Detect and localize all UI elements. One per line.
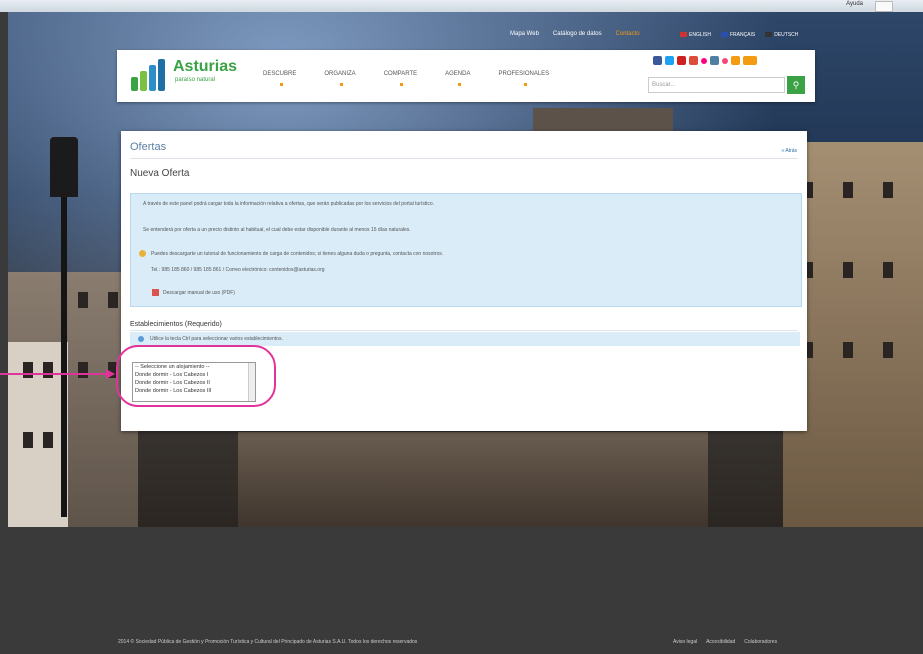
panel-title: Ofertas	[130, 141, 167, 153]
info-text-3b: Tel.: 985 185 860 / 985 185 861 / Correo…	[151, 267, 325, 273]
germany-flag-icon	[765, 32, 773, 38]
info-icon	[138, 336, 144, 342]
asturias-logo-icon[interactable]	[131, 59, 167, 91]
section-divider	[130, 330, 798, 331]
instagram-icon[interactable]	[710, 56, 719, 65]
nav-organiza[interactable]: ORGANIZA	[324, 71, 356, 86]
section-title: Establecimientos (Requerido)	[130, 321, 222, 328]
highlight-circle	[116, 345, 276, 407]
search-button[interactable]: ⚲	[787, 76, 805, 94]
logo-title[interactable]: Asturias	[173, 58, 237, 76]
footer-links: Aviso legal Accesibilidad Colaboradores	[673, 639, 777, 645]
highlight-arrow-head	[106, 369, 115, 379]
page-subtitle: Nueva Oferta	[130, 168, 190, 179]
youtube-icon[interactable]	[677, 56, 686, 65]
info-text-1: A través de este panel podrá cargar toda…	[143, 201, 434, 207]
lang-german[interactable]: DEUTSCH	[765, 32, 798, 38]
rss-icon[interactable]	[731, 56, 740, 65]
info-text-3: Puedes descargarte un tutorial de funcio…	[151, 251, 444, 257]
info-box: A través de este panel podrá cargar toda…	[130, 193, 802, 307]
uk-flag-icon	[680, 32, 687, 38]
highlight-arrow-line	[0, 373, 112, 375]
nav-descubre[interactable]: DESCUBRE	[263, 71, 296, 86]
language-selector: ENGLISH FRANÇAIS DEUTSCH	[680, 32, 798, 38]
nav-agenda[interactable]: AGENDA	[445, 71, 470, 86]
footer-copyright: 2014 © Sociedad Pública de Gestión y Pro…	[118, 639, 418, 645]
browser-button[interactable]	[875, 1, 893, 12]
divider	[130, 158, 798, 159]
section-info: Utilice la tecla Ctrl para seleccionar v…	[130, 332, 800, 346]
street-lamp	[50, 137, 78, 197]
twitter-icon[interactable]	[665, 56, 674, 65]
cathedral-facade	[238, 432, 708, 527]
lamp-post	[61, 197, 67, 517]
lang-english[interactable]: ENGLISH	[680, 32, 711, 38]
site-header: Asturias paraíso natural DESCUBRE ORGANI…	[117, 50, 815, 102]
logo-subtitle: paraíso natural	[175, 77, 216, 83]
topnav-catalog[interactable]: Catálogo de datos	[553, 31, 602, 37]
browser-menu-label[interactable]: Ayuda	[846, 1, 863, 7]
flickr-icon[interactable]	[701, 58, 707, 64]
top-navigation: Mapa Web Catálogo de datos Contacto	[510, 31, 640, 37]
foursquare-icon[interactable]	[722, 58, 728, 64]
search-input[interactable]: Buscar...	[648, 77, 785, 93]
facebook-icon[interactable]	[653, 56, 662, 65]
nav-profesionales[interactable]: PROFESIONALES	[498, 71, 549, 86]
footer-link-accessibility[interactable]: Accesibilidad	[706, 639, 735, 645]
footer-link-legal[interactable]: Aviso legal	[673, 639, 697, 645]
topnav-contact[interactable]: Contacto	[616, 31, 640, 37]
building-left-front	[8, 342, 68, 527]
lightbulb-icon	[139, 250, 146, 257]
main-navigation: DESCUBRE ORGANIZA COMPARTE AGENDA PROFES…	[263, 71, 549, 86]
topnav-sitemap[interactable]: Mapa Web	[510, 31, 539, 37]
section-info-text: Utilice la tecla Ctrl para seleccionar v…	[150, 336, 283, 342]
nav-comparte[interactable]: COMPARTE	[384, 71, 417, 86]
pdf-download-link[interactable]: Descargar manual de uso (PDF)	[163, 289, 235, 297]
lang-french[interactable]: FRANÇAIS	[720, 32, 755, 38]
back-link[interactable]: « Atrás	[781, 148, 797, 154]
google-plus-icon[interactable]	[689, 56, 698, 65]
blog-icon[interactable]	[743, 56, 757, 65]
browser-toolbar: Ayuda	[0, 0, 923, 12]
social-icons	[653, 56, 757, 65]
info-text-2: Se entenderá por oferta a un precio dist…	[143, 227, 411, 233]
pdf-icon	[152, 289, 159, 296]
france-flag-icon	[720, 32, 728, 38]
search-icon: ⚲	[792, 80, 800, 90]
footer-link-collaborators[interactable]: Colaboradores	[744, 639, 777, 645]
